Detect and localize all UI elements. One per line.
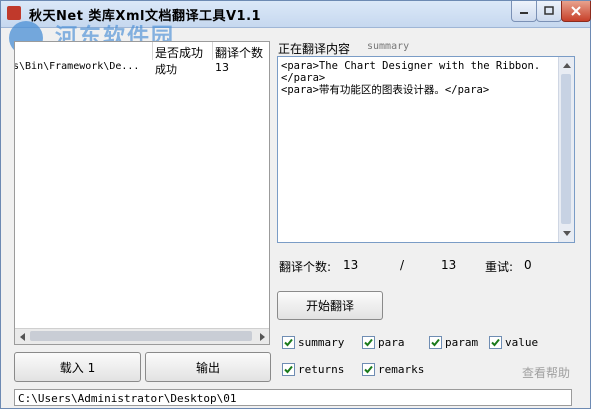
checkbox-label: remarks [378,362,425,376]
app-icon [7,6,21,20]
checkbox-label: value [505,335,539,349]
start-translate-button[interactable]: 开始翻译 [277,291,383,320]
count-cell: 13 [215,61,229,74]
checkbox-box[interactable] [489,335,502,349]
translation-content-box[interactable]: <para>The Chart Designer with the Ribbon… [277,56,575,243]
column-divider[interactable] [212,42,213,60]
checkbox-para[interactable]: para [362,335,405,349]
scroll-right-icon[interactable] [256,331,267,342]
scroll-down-icon[interactable] [561,228,572,239]
list-item[interactable]: s\Bin\Framework\De... 成功 13 [15,60,269,76]
checkbox-box[interactable] [429,335,442,349]
checkbox-summary[interactable]: summary [282,335,344,349]
scroll-up-icon[interactable] [561,60,572,71]
main-window: 秋天Net 类库Xml文档翻译工具V1.1 河东软件园 www.pc0359.c… [0,0,591,409]
maximize-icon [544,6,554,15]
checkbox-returns[interactable]: returns [282,362,344,376]
checkmark-icon [284,365,293,373]
close-icon [571,6,581,16]
list-header: 是否成功 翻译个数 [15,42,269,60]
checkmark-icon [284,338,293,346]
checkbox-label: returns [298,362,345,376]
output-button[interactable]: 输出 [145,352,271,382]
checkbox-label: para [378,335,405,349]
help-link[interactable]: 查看帮助 [522,364,570,381]
status-cell: 成功 [155,63,177,76]
file-path-cell: s\Bin\Framework\De... [14,61,140,72]
column-divider[interactable] [152,42,153,60]
column-header-success[interactable]: 是否成功 [155,44,203,61]
window-title: 秋天Net 类库Xml文档翻译工具V1.1 [29,9,262,24]
checkbox-label: summary [298,335,345,349]
close-button[interactable] [561,1,591,22]
retry-label: 重试: [485,260,514,274]
checkbox-value[interactable]: value [489,335,538,349]
checkmark-icon [491,338,500,346]
title-bar[interactable]: 秋天Net 类库Xml文档翻译工具V1.1 [1,1,591,28]
column-header-count[interactable]: 翻译个数 [215,44,263,61]
file-list[interactable]: 是否成功 翻译个数 s\Bin\Framework\De... 成功 13 [14,41,270,345]
checkbox-box[interactable] [282,362,295,376]
current-tag-label: summary [367,41,410,52]
maximize-button[interactable] [536,1,562,22]
total-count-value: 13 [441,258,457,272]
checkbox-box[interactable] [362,335,375,349]
scroll-left-icon[interactable] [17,331,28,342]
checkmark-icon [364,365,373,373]
path-field[interactable]: C:\Users\Administrator\Desktop\01 [14,389,572,406]
minimize-icon [520,12,528,14]
minimize-button[interactable] [511,1,537,22]
checkmark-icon [431,338,440,346]
vertical-scrollbar[interactable] [558,57,574,242]
translated-count-value: 13 [343,258,359,272]
checkbox-box[interactable] [362,362,375,376]
translation-content-text: <para>The Chart Designer with the Ribbon… [281,60,541,96]
checkbox-remarks[interactable]: remarks [362,362,424,376]
checkbox-box[interactable] [282,335,295,349]
translate-count-label: 翻译个数: [279,260,332,274]
load-button[interactable]: 载入 1 [14,352,141,382]
count-separator: / [400,258,405,272]
scroll-thumb[interactable] [30,331,252,341]
checkmark-icon [364,338,373,346]
scroll-thumb[interactable] [561,74,571,224]
checkbox-label: param [445,335,479,349]
horizontal-scrollbar[interactable] [15,328,269,344]
translating-label: 正在翻译内容 [278,42,351,56]
checkbox-param[interactable]: param [429,335,478,349]
retry-value: 0 [524,258,532,272]
